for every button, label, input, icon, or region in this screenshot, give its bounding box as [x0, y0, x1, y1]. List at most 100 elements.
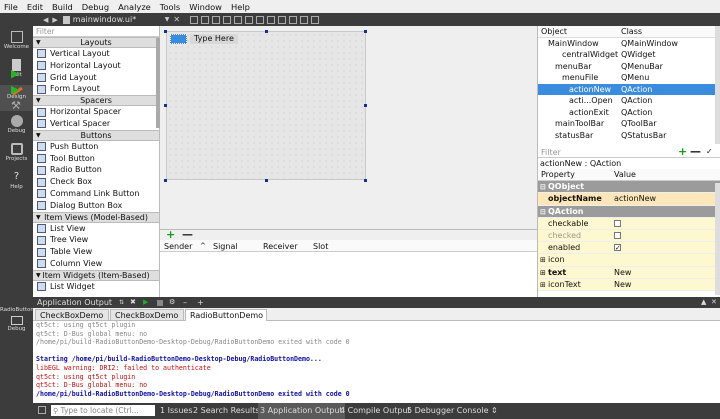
expand-icon[interactable]: ⊞	[540, 279, 546, 291]
remove-property-icon[interactable]: —	[690, 145, 701, 158]
widget-vertical-layout[interactable]: Vertical Layout	[33, 48, 159, 60]
output-minimize-icon[interactable]: ▲	[701, 297, 706, 308]
widget-grid-layout[interactable]: Grid Layout	[33, 72, 159, 84]
property-row-icon[interactable]: ⊞ icon	[538, 254, 720, 267]
layout-grid-icon[interactable]	[277, 15, 286, 24]
widget-push-button[interactable]: Push Button	[33, 141, 159, 153]
object-row[interactable]: actionExit QAction	[538, 107, 720, 119]
widget-filter-input[interactable]: Filter	[33, 26, 159, 37]
col-receiver[interactable]: Receiver	[263, 242, 298, 251]
object-row[interactable]: menuFile QMenu	[538, 72, 720, 84]
debug-run-icon[interactable]: ▶	[11, 83, 19, 96]
widget-vertical-spacer[interactable]: Vertical Spacer	[33, 118, 159, 130]
tab-checkboxdemo-1[interactable]: CheckBoxDemo	[35, 309, 109, 330]
add-property-icon[interactable]: +	[678, 145, 687, 158]
property-checkbox[interactable]	[614, 230, 621, 242]
menu-window[interactable]: Window	[189, 2, 222, 12]
resize-handle[interactable]	[364, 104, 367, 107]
menu-tools[interactable]: Tools	[160, 2, 180, 12]
widget-tool-button[interactable]: Tool Button	[33, 153, 159, 165]
layout-vertical-icon[interactable]	[244, 15, 253, 24]
output-search-icon[interactable]: ✖	[130, 297, 136, 308]
stop-icon[interactable]	[157, 300, 163, 306]
category-itemwidgets[interactable]: ▼ Item Widgets (Item-Based)	[33, 269, 159, 281]
col-value[interactable]: Value	[614, 169, 636, 181]
layout-h-splitter-icon[interactable]	[255, 15, 264, 24]
layout-v-splitter-icon[interactable]	[266, 15, 275, 24]
category-buttons[interactable]: ▼ Buttons	[33, 129, 159, 141]
col-slot[interactable]: Slot	[313, 242, 328, 251]
expand-icon[interactable]: ⊞	[540, 267, 546, 279]
resize-handle[interactable]	[164, 104, 167, 107]
property-row-checkable[interactable]: checkable	[538, 217, 720, 230]
category-layouts[interactable]: ▼ Layouts	[33, 37, 159, 48]
resize-handle[interactable]	[164, 179, 167, 182]
status-pane-compile[interactable]: 4 Compile Output	[340, 403, 411, 419]
resize-handle[interactable]	[265, 30, 268, 33]
output-dropdown-icon[interactable]: ⇅	[119, 297, 124, 308]
tab-checkboxdemo-2[interactable]: CheckBoxDemo	[110, 309, 184, 330]
mode-debug[interactable]: Debug	[0, 113, 33, 139]
widget-dialog-button-box[interactable]: Dialog Button Box	[33, 200, 159, 212]
edit-widgets-icon[interactable]	[189, 15, 198, 24]
widget-list-widget[interactable]: List Widget	[33, 281, 159, 293]
menu-help[interactable]: Help	[231, 2, 250, 12]
status-pane-app-output[interactable]: 3 Application Output	[258, 403, 345, 419]
run-icon[interactable]: ▶	[11, 67, 19, 80]
nav-back-icon[interactable]: ◀	[43, 16, 48, 24]
property-row-qobject[interactable]: ⊟ QObject	[538, 181, 720, 194]
widget-horizontal-layout[interactable]: Horizontal Layout	[33, 60, 159, 72]
object-row[interactable]: statusBar QStatusBar	[538, 130, 720, 142]
status-pane-issues[interactable]: 1 Issues	[160, 403, 193, 419]
property-row-qaction[interactable]: ⊟ QAction	[538, 205, 720, 218]
expand-icon[interactable]: ⊞	[540, 254, 546, 266]
widget-check-box[interactable]: Check Box	[33, 176, 159, 188]
signal-slot-list[interactable]	[160, 252, 537, 297]
menu-build[interactable]: Build	[52, 2, 73, 12]
menu-file[interactable]: File	[4, 2, 18, 12]
property-editor-scrollbar[interactable]	[715, 183, 720, 295]
increase-font-icon[interactable]: +	[197, 297, 204, 308]
menu-analyze[interactable]: Analyze	[118, 2, 151, 12]
attach-debugger-icon[interactable]: ⚙	[169, 297, 175, 308]
collapse-icon[interactable]: ⊟	[540, 206, 546, 218]
property-row-objectname[interactable]: objectName actionNew	[538, 193, 720, 206]
col-class[interactable]: Class	[621, 26, 642, 38]
nav-forward-icon[interactable]: ▶	[52, 16, 57, 24]
build-icon[interactable]: ⚒	[11, 99, 21, 112]
main-window-form[interactable]	[166, 31, 366, 180]
property-row-checked[interactable]: checked	[538, 229, 720, 243]
object-row[interactable]: actionNew QAction	[538, 83, 720, 95]
property-row-text[interactable]: ⊞ text New	[538, 266, 720, 279]
status-pane-debugger[interactable]: 5 Debugger Console	[407, 403, 489, 419]
widget-command-link-button[interactable]: Command Link Button	[33, 188, 159, 200]
mode-help[interactable]: ? Help	[0, 169, 33, 195]
application-output-text[interactable]: qt5ct: using qt5ct plugin qt5ct: D-Bus gl…	[33, 321, 720, 403]
resize-handle[interactable]	[364, 30, 367, 33]
property-checkbox[interactable]: ✓	[614, 242, 621, 254]
status-pane-search[interactable]: 2 Search Results	[193, 403, 260, 419]
widget-table-view[interactable]: Table View	[33, 246, 159, 258]
widget-horizontal-spacer[interactable]: Horizontal Spacer	[33, 106, 159, 118]
resize-handle[interactable]	[265, 179, 268, 182]
resize-handle[interactable]	[164, 30, 167, 33]
col-signal[interactable]: Signal	[213, 242, 238, 251]
adjust-size-icon[interactable]	[310, 15, 319, 24]
edit-buddies-icon[interactable]	[211, 15, 220, 24]
more-panes-icon[interactable]: ⇕	[491, 403, 498, 419]
object-row[interactable]: menuBar QMenuBar	[538, 61, 720, 73]
property-checkbox[interactable]	[614, 218, 621, 230]
menu-edit[interactable]: Edit	[27, 2, 43, 12]
edit-tab-order-icon[interactable]	[222, 15, 231, 24]
layout-horizontal-icon[interactable]	[233, 15, 242, 24]
toggle-sidebar-icon[interactable]	[38, 406, 46, 414]
locator-input[interactable]: ⚲ Type to locate (Ctrl...	[51, 405, 155, 416]
col-sender[interactable]: Sender	[164, 242, 192, 251]
widget-tree-view[interactable]: Tree View	[33, 234, 159, 246]
decrease-font-icon[interactable]: –	[183, 297, 187, 308]
output-close-icon[interactable]: ✕	[711, 297, 717, 308]
configure-icon[interactable]: ✓	[706, 147, 713, 156]
menu-type-here[interactable]: Type Here	[190, 34, 238, 44]
category-itemviews[interactable]: ▼ Item Views (Model-Based)	[33, 211, 159, 223]
object-row[interactable]: acti...Open QAction	[538, 95, 720, 107]
